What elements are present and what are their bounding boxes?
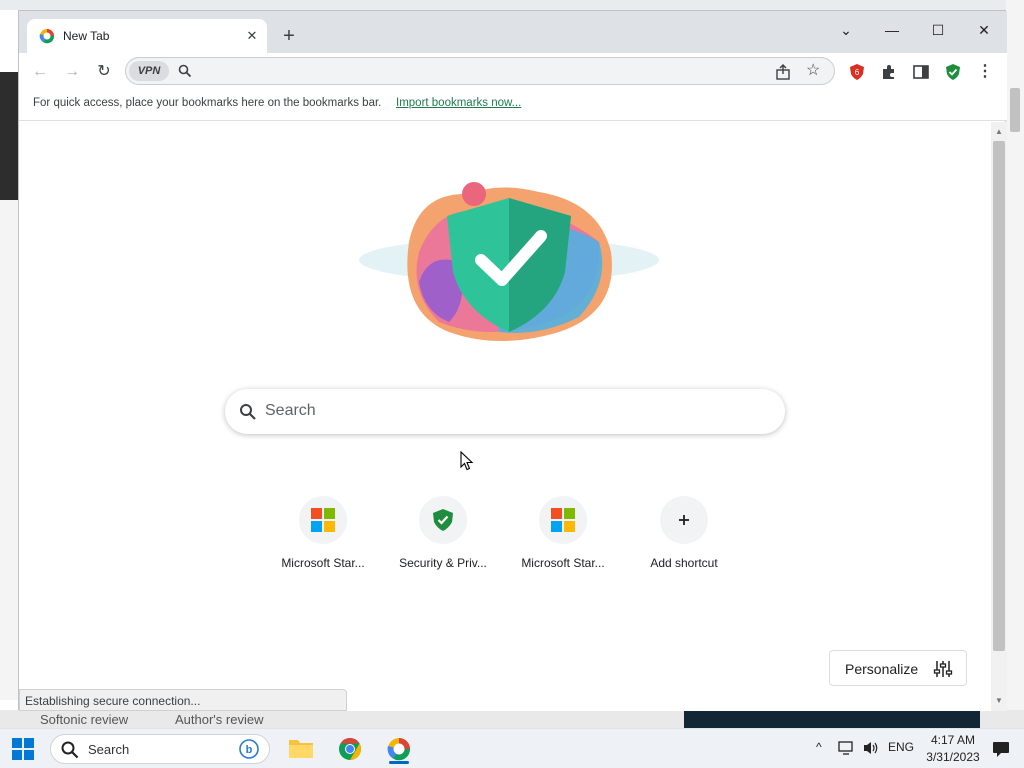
status-text: Establishing secure connection... <box>25 694 201 708</box>
taskbar-clock[interactable]: 4:17 AM 3/31/2023 <box>918 732 988 766</box>
hero-shield-illustration <box>359 182 659 341</box>
browser-logo-icon <box>387 738 411 761</box>
microsoft-logo-icon <box>551 508 575 532</box>
notifications-icon[interactable] <box>992 740 1010 758</box>
back-button[interactable]: ← <box>27 59 53 85</box>
personalize-button[interactable]: Personalize <box>829 650 967 686</box>
new-tab-button[interactable]: + <box>277 25 301 49</box>
shortcut-icon-circle <box>660 496 708 544</box>
share-icon[interactable] <box>774 63 792 81</box>
shortcut-add[interactable]: Add shortcut <box>628 496 740 586</box>
taskbar-search-box[interactable]: Search b <box>50 734 270 764</box>
close-window-button[interactable]: ✕ <box>961 15 1007 45</box>
status-bubble: Establishing secure connection... <box>19 689 347 711</box>
browser-menu-button[interactable]: ⋮ <box>972 59 998 85</box>
tab-new-tab[interactable]: New Tab ✕ <box>27 19 267 53</box>
search-icon <box>61 741 79 759</box>
network-icon[interactable] <box>838 740 856 756</box>
shortcut-security-privacy[interactable]: Security & Priv... <box>387 496 499 586</box>
personalize-label: Personalize <box>845 661 919 677</box>
folder-icon <box>289 740 313 758</box>
tab-search-chevron-icon[interactable]: ⌄ <box>823 15 869 45</box>
mouse-cursor-icon <box>460 451 474 471</box>
sliders-icon <box>933 661 953 677</box>
taskbar-chrome[interactable] <box>330 733 370 765</box>
volume-icon[interactable] <box>862 740 880 756</box>
search-icon <box>240 404 256 420</box>
shortcut-icon-circle <box>299 496 347 544</box>
shortcut-label: Security & Priv... <box>399 556 487 570</box>
extensions-puzzle-icon[interactable] <box>880 63 898 81</box>
background-top-strip <box>0 0 1024 10</box>
svg-text:b: b <box>246 744 253 756</box>
vpn-chip[interactable]: VPN <box>129 61 169 81</box>
windows-start-icon[interactable] <box>12 738 34 760</box>
browser-window: New Tab ✕ + ⌄ — ☐ ✕ ← → ↻ VPN ☆ 6 ⋮ For … <box>18 10 1007 711</box>
background-dark-block <box>684 710 980 728</box>
new-tab-page: Search Microsoft Star... Security & Priv… <box>19 122 1007 711</box>
taskbar-active-browser[interactable] <box>379 733 419 765</box>
bookmarks-bar: For quick access, place your bookmarks h… <box>19 91 1007 121</box>
scroll-up-arrow-icon[interactable]: ▲ <box>991 124 1007 140</box>
background-left-dark-panel <box>0 72 18 202</box>
reload-button[interactable]: ↻ <box>91 59 117 85</box>
shortcut-label: Microsoft Star... <box>281 556 365 570</box>
tab-title: New Tab <box>63 29 110 43</box>
background-softonic-review-text: Softonic review <box>40 712 129 727</box>
bookmarks-hint-text: For quick access, place your bookmarks h… <box>33 97 382 109</box>
security-shield-check-icon[interactable] <box>944 63 962 81</box>
minimize-button[interactable]: — <box>869 15 915 45</box>
bing-icon[interactable]: b <box>239 739 259 759</box>
taskbar-file-explorer[interactable] <box>282 733 322 765</box>
browser-toolbar: ← → ↻ VPN ☆ 6 ⋮ <box>19 53 1007 91</box>
address-bar[interactable]: VPN ☆ <box>125 57 835 85</box>
shield-check-icon <box>433 509 453 531</box>
browser-logo-icon <box>39 29 55 44</box>
plus-icon <box>679 515 689 525</box>
forward-button[interactable]: → <box>59 59 85 85</box>
background-left-panel <box>0 200 18 700</box>
bookmark-star-icon[interactable]: ☆ <box>806 62 824 80</box>
search-icon <box>178 64 192 78</box>
shortcut-microsoft-start-2[interactable]: Microsoft Star... <box>507 496 619 586</box>
tab-close-icon[interactable]: ✕ <box>243 27 261 45</box>
import-bookmarks-link[interactable]: Import bookmarks now... <box>396 97 521 109</box>
background-scroll-thumb <box>1010 88 1020 132</box>
clock-time: 4:17 AM <box>930 733 976 747</box>
background-author-review-text: Author's review <box>175 712 264 727</box>
shortcut-label: Add shortcut <box>650 556 718 570</box>
shortcut-microsoft-start-1[interactable]: Microsoft Star... <box>267 496 379 586</box>
shortcut-icon-circle <box>539 496 587 544</box>
adblock-shield-icon[interactable]: 6 <box>848 63 866 81</box>
page-scrollbar-thumb[interactable] <box>993 141 1005 651</box>
search-placeholder: Search <box>265 402 316 419</box>
taskbar: Search b ^ ENG 4:17 AM 3/31/2023 <box>0 728 1024 768</box>
language-indicator[interactable]: ENG <box>888 740 914 754</box>
shortcut-icon-circle <box>419 496 467 544</box>
side-panel-icon[interactable] <box>912 63 930 81</box>
chrome-icon <box>339 738 361 760</box>
shortcut-label: Microsoft Star... <box>521 556 605 570</box>
taskbar-search-label: Search <box>88 742 130 757</box>
microsoft-logo-icon <box>311 508 335 532</box>
tray-overflow-chevron-icon[interactable]: ^ <box>816 740 822 754</box>
ntp-search-box[interactable]: Search <box>225 389 785 434</box>
title-bar: New Tab ✕ + ⌄ — ☐ ✕ <box>19 11 1007 53</box>
maximize-button[interactable]: ☐ <box>915 15 961 45</box>
scroll-down-arrow-icon[interactable]: ▼ <box>991 693 1007 709</box>
svg-text:6: 6 <box>855 68 860 77</box>
clock-date: 3/31/2023 <box>926 750 980 764</box>
